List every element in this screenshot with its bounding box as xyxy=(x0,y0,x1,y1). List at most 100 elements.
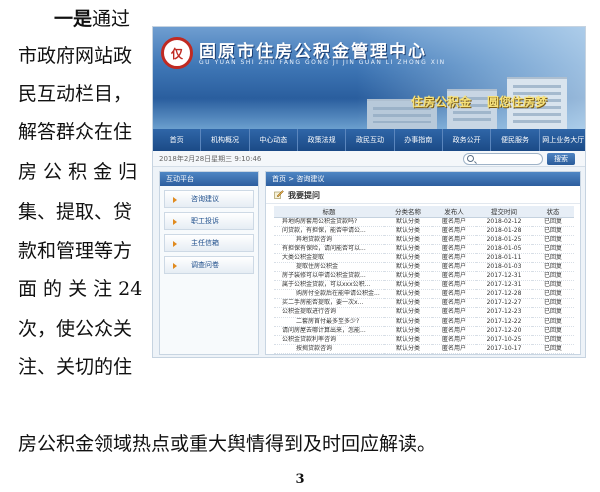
cell-category: 默认分类 xyxy=(384,335,432,345)
table-row[interactable]: 异地购房套用公积金贷款吗? 默认分类 匿名用户 2018-02-12 已回复 xyxy=(274,217,574,227)
table-row[interactable]: 公积金贷款利率咨询 默认分类 匿名用户 2017-10-25 已回复 xyxy=(274,335,574,345)
cell-status: 已回复 xyxy=(532,326,574,336)
table-row[interactable]: 有担保有保险，请问能否可以... 默认分类 匿名用户 2018-01-05 已回复 xyxy=(274,244,574,254)
cell-category: 默认分类 xyxy=(384,217,432,227)
cell-publisher: 匿名用户 xyxy=(432,235,476,245)
cell-title[interactable]: 属于公积金贷款，可以xxx公积... xyxy=(274,280,384,291)
ask-question-link[interactable]: 我要提问 xyxy=(288,190,320,201)
cell-publisher: 匿名用户 xyxy=(432,262,476,273)
nav-policy[interactable]: 政策法规 xyxy=(298,129,347,151)
nav-news[interactable]: 中心动态 xyxy=(250,129,298,151)
cell-title[interactable]: 房子装修可以申请公积金贷款... xyxy=(274,271,384,282)
table-row[interactable]: 房子装修可以申请公积金贷款... 默认分类 匿名用户 2017-12-31 已回复 xyxy=(274,271,574,282)
current-date: 2018年2月28日星期三 9:10:46 xyxy=(159,155,262,163)
cell-category: 默认分类 xyxy=(384,326,432,336)
cell-title[interactable]: 提取住房公积金 xyxy=(274,262,384,273)
cell-submit-time: 2018-02-12 xyxy=(476,217,532,227)
breadcrumb[interactable]: 首页 > 咨询建议 xyxy=(266,172,580,186)
nav-home[interactable]: 首页 xyxy=(153,129,202,151)
cell-publisher: 匿名用户 xyxy=(432,280,476,291)
cell-publisher: 匿名用户 xyxy=(432,226,476,236)
cell-category: 默认分类 xyxy=(384,226,432,236)
table-row[interactable]: 问贷款，有担保，能否申请公... 默认分类 匿名用户 2018-01-28 已回复 xyxy=(274,226,574,236)
cell-category: 默认分类 xyxy=(384,317,432,327)
table-row[interactable]: 买二手房能否提取，要一次x... 默认分类 匿名用户 2017-12-27 已回复 xyxy=(274,298,574,309)
cell-publisher: 匿名用户 xyxy=(432,298,476,309)
info-bar: 2018年2月28日星期三 9:10:46 搜索 xyxy=(153,151,585,167)
cell-status: 已回复 xyxy=(532,253,574,263)
nav-guide[interactable]: 办事指南 xyxy=(395,129,443,151)
sidebar-item-survey[interactable]: 调查问卷 xyxy=(164,256,254,274)
nav-disclosure[interactable]: 政务公开 xyxy=(443,129,492,151)
sidebar: 互动平台 咨询建议 职工投诉 主任信箱 调查问卷 xyxy=(159,171,259,355)
cell-category: 默认分类 xyxy=(384,298,432,309)
slogan-part: 圆您住房梦 xyxy=(487,95,548,109)
cell-title[interactable]: 大类公积金提取 xyxy=(274,253,384,263)
question-table: 标题 分类名称 发布人 提交时间 状态 异地购房套用公积金贷款吗? 默认分类 匿名用… xyxy=(274,206,574,354)
cell-title[interactable]: 二套房首付最多至多少? xyxy=(274,317,384,327)
paragraph-line: 集、提取、贷 xyxy=(18,201,133,223)
col-submit-time: 提交时间 xyxy=(476,206,532,218)
cell-publisher: 匿名用户 xyxy=(432,335,476,345)
sidebar-item-complaint[interactable]: 职工投诉 xyxy=(164,212,254,230)
cell-title[interactable]: 购房付全款后在能申请公积金... xyxy=(274,289,384,300)
paragraph-line: 房 公 积 金 归 xyxy=(18,161,138,183)
cell-title[interactable]: 有担保有保险，请问能否可以... xyxy=(274,244,384,254)
table-row[interactable]: 公积金提取进行咨询 默认分类 匿名用户 2017-12-23 已回复 xyxy=(274,307,574,318)
cell-title[interactable]: 公积金提取进行咨询 xyxy=(274,307,384,318)
table-row[interactable]: 按揭贷款咨询 默认分类 匿名用户 2017-10-17 已回复 xyxy=(274,344,574,354)
cell-status: 已回复 xyxy=(532,307,574,318)
ask-question-row[interactable]: 我要提问 xyxy=(266,186,580,204)
paragraph-line: 解答群众在住 xyxy=(18,121,133,143)
cell-publisher: 匿名用户 xyxy=(432,253,476,263)
search-input[interactable] xyxy=(463,153,543,165)
cell-title[interactable]: 按揭贷款咨询 xyxy=(274,344,384,354)
site-logo[interactable]: 仅 xyxy=(161,37,193,69)
nav-services[interactable]: 便民服务 xyxy=(491,129,540,151)
col-title: 标题 xyxy=(274,206,384,218)
cell-category: 默认分类 xyxy=(384,244,432,254)
cell-publisher: 匿名用户 xyxy=(432,289,476,300)
cell-title[interactable]: 异地贷款咨询 xyxy=(274,235,384,245)
nav-interaction[interactable]: 政民互动 xyxy=(346,129,395,151)
paragraph-last-line: 房公积金领域热点或重大舆情得到及时回应解读。 xyxy=(18,433,437,455)
cell-category: 默认分类 xyxy=(384,262,432,273)
paragraph-line: 次，使公众关 xyxy=(18,318,133,340)
table-header-row: 标题 分类名称 发布人 提交时间 状态 xyxy=(274,206,574,218)
cell-status: 已回复 xyxy=(532,262,574,273)
table-row[interactable]: 请问房屋去哪计算出来，怎能... 默认分类 匿名用户 2017-12-20 已回复 xyxy=(274,326,574,336)
nav-online-hall[interactable]: 网上业务大厅 xyxy=(540,129,585,151)
cell-category: 默认分类 xyxy=(384,280,432,291)
table-row[interactable]: 异地贷款咨询 默认分类 匿名用户 2018-01-25 已回复 xyxy=(274,235,574,245)
table-row[interactable]: 属于公积金贷款，可以xxx公积... 默认分类 匿名用户 2017-12-31 已回复 xyxy=(274,280,574,291)
cell-title[interactable]: 公积金贷款利率咨询 xyxy=(274,335,384,345)
cell-status: 已回复 xyxy=(532,217,574,227)
sidebar-item-director-mailbox[interactable]: 主任信箱 xyxy=(164,234,254,252)
arrow-right-icon xyxy=(173,263,177,269)
sidebar-item-consult[interactable]: 咨询建议 xyxy=(164,190,254,208)
cell-submit-time: 2017-12-31 xyxy=(476,271,532,282)
col-status: 状态 xyxy=(532,206,574,218)
cell-status: 已回复 xyxy=(532,344,574,354)
paragraph-line: 款和管理等方 xyxy=(18,240,133,262)
cell-publisher: 匿名用户 xyxy=(432,317,476,327)
cell-title[interactable]: 问贷款，有担保，能否申请公... xyxy=(274,226,384,236)
cell-title[interactable]: 买二手房能否提取，要一次x... xyxy=(274,298,384,309)
arrow-right-icon xyxy=(173,197,177,203)
cell-title[interactable]: 请问房屋去哪计算出来，怎能... xyxy=(274,326,384,336)
table-row[interactable]: 大类公积金提取 默认分类 匿名用户 2018-01-11 已回复 xyxy=(274,253,574,263)
cell-title[interactable]: 异地购房套用公积金贷款吗? xyxy=(274,217,384,227)
cell-publisher: 匿名用户 xyxy=(432,217,476,227)
table-row[interactable]: 购房付全款后在能申请公积金... 默认分类 匿名用户 2017-12-28 已回复 xyxy=(274,289,574,300)
cell-submit-time: 2017-10-17 xyxy=(476,344,532,354)
table-row[interactable]: 提取住房公积金 默认分类 匿名用户 2018-01-03 已回复 xyxy=(274,262,574,273)
nav-about[interactable]: 机构概况 xyxy=(201,129,250,151)
cell-status: 已回复 xyxy=(532,235,574,245)
emphasis-lead: 一是 xyxy=(54,8,93,30)
cell-submit-time: 2018-01-25 xyxy=(476,235,532,245)
cell-publisher: 匿名用户 xyxy=(432,326,476,336)
cell-submit-time: 2018-01-28 xyxy=(476,226,532,236)
cell-category: 默认分类 xyxy=(384,344,432,354)
search-button[interactable]: 搜索 xyxy=(547,153,575,165)
table-row[interactable]: 二套房首付最多至多少? 默认分类 匿名用户 2017-12-22 已回复 xyxy=(274,317,574,327)
